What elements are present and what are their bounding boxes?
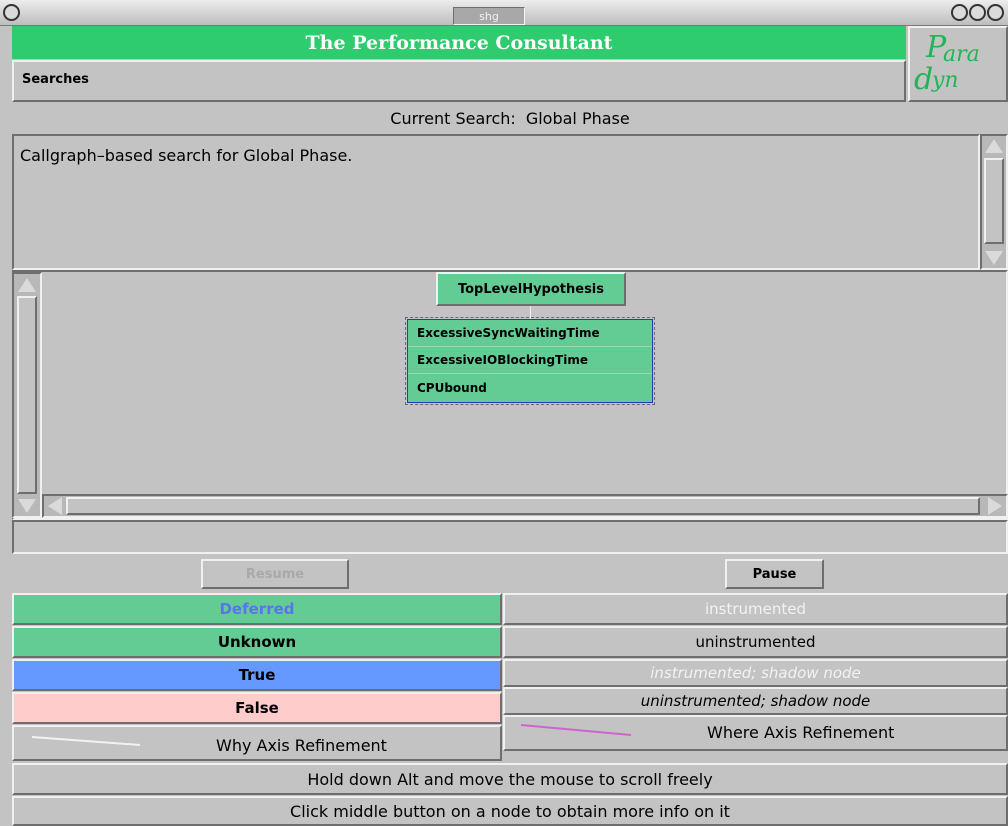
search-message-panel[interactable]: Callgraph–based search for Global Phase.	[12, 134, 980, 270]
search-message-text: Callgraph–based search for Global Phase.	[20, 146, 353, 165]
current-search-label: Current Search:	[390, 108, 516, 128]
message-vertical-scrollbar[interactable]	[980, 134, 1008, 270]
current-search-value: Global Phase	[525, 108, 630, 128]
status-bar	[12, 520, 1008, 554]
graph-node-top-level-hypothesis[interactable]: TopLevelHypothesis	[436, 272, 626, 306]
legend-why-label: Why Axis Refinement	[216, 736, 387, 755]
hint-node-info: Click middle button on a node to obtain …	[12, 796, 1008, 826]
maximize-button[interactable]	[969, 4, 986, 21]
scroll-down-arrow-icon[interactable]	[18, 499, 36, 513]
minimize-button[interactable]	[951, 4, 968, 21]
scroll-right-arrow-icon[interactable]	[988, 497, 1002, 515]
scroll-thumb[interactable]	[984, 158, 1004, 244]
menu-bar	[12, 60, 906, 102]
graph-edge	[530, 306, 531, 319]
scroll-down-arrow-icon[interactable]	[985, 251, 1003, 265]
legend-instrumented: instrumented	[503, 593, 1008, 625]
why-axis-line-icon	[31, 736, 141, 746]
scroll-up-arrow-icon[interactable]	[985, 139, 1003, 153]
scroll-up-arrow-icon[interactable]	[18, 278, 36, 292]
graph-node[interactable]: ExcessiveIOBlockingTime	[408, 347, 652, 374]
paradyn-logo: P ara d yn	[908, 26, 1008, 102]
graph-node[interactable]: ExcessiveSyncWaitingTime	[408, 320, 652, 347]
graph-child-node-group: ExcessiveSyncWaitingTime ExcessiveIOBloc…	[405, 317, 655, 405]
resume-button[interactable]: Resume	[201, 559, 349, 589]
legend-uninstrumented: uninstrumented	[503, 626, 1008, 658]
legend-where-axis-refinement: Where Axis Refinement	[503, 715, 1008, 751]
legend-true: True	[12, 659, 502, 691]
close-button[interactable]	[987, 4, 1004, 21]
legend-where-label: Where Axis Refinement	[707, 723, 895, 742]
legend-deferred: Deferred	[12, 593, 502, 625]
legend-why-axis-refinement: Why Axis Refinement	[12, 725, 502, 761]
scroll-thumb[interactable]	[17, 296, 37, 494]
hint-scroll: Hold down Alt and move the mouse to scro…	[12, 763, 1008, 795]
pause-button[interactable]: Pause	[725, 559, 824, 589]
app-title: The Performance Consultant	[12, 26, 906, 59]
scroll-left-arrow-icon[interactable]	[48, 497, 62, 515]
current-search-line: Current Search: Global Phase	[12, 102, 1008, 134]
window-titlebar[interactable]: shg	[0, 0, 1008, 26]
legend-instrumented-shadow-node: instrumented; shadow node	[503, 659, 1008, 687]
graph-node[interactable]: CPUbound	[408, 374, 652, 401]
legend-unknown: Unknown	[12, 626, 502, 658]
logo-mark-yn: yn	[932, 68, 959, 93]
logo-mark-ara: ara	[943, 42, 980, 67]
window-menu-button[interactable]	[3, 4, 20, 21]
scroll-thumb[interactable]	[66, 497, 980, 515]
where-axis-line-icon	[520, 724, 632, 736]
logo-mark-d: d	[914, 62, 934, 97]
legend-false: False	[12, 692, 502, 724]
legend-uninstrumented-shadow-node: uninstrumented; shadow node	[503, 687, 1008, 715]
graph-horizontal-scrollbar[interactable]	[42, 494, 1008, 518]
graph-vertical-scrollbar[interactable]	[12, 272, 42, 518]
window-title: shg	[453, 7, 525, 25]
menu-searches[interactable]: Searches	[22, 72, 89, 87]
